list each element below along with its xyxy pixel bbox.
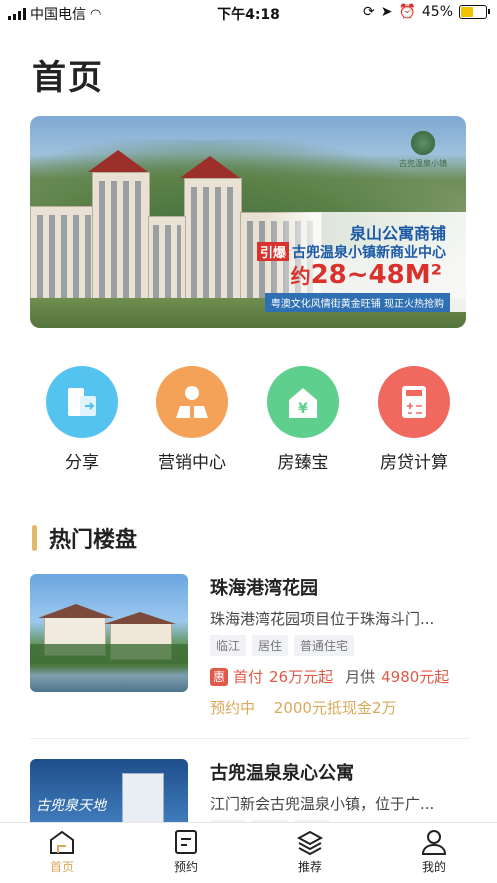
home-icon: [50, 830, 74, 854]
listing-tags: 临江 居住 普通住宅: [210, 635, 472, 656]
quick-actions: 分享 营销中心 ¥ 房臻宝 房贷计算: [0, 366, 497, 476]
list-divider: [30, 738, 470, 739]
listing-price: 惠 首付 26万元起 月供 4980元起: [210, 666, 472, 687]
alarm-icon: ⏰: [398, 4, 416, 20]
quick-action-label: 房贷计算: [380, 453, 448, 473]
quick-action-label: 房臻宝: [277, 453, 329, 473]
appointment-icon: [175, 830, 197, 854]
section-title: 热门楼盘: [49, 528, 138, 553]
discount-badge: 惠: [210, 667, 228, 686]
banner-roof: [88, 150, 148, 172]
banner-tag: 引爆: [256, 242, 289, 261]
marketing-person-icon: [156, 366, 228, 438]
tab-appointment[interactable]: 预约: [146, 829, 226, 875]
monthly-value: 4980元起: [381, 668, 450, 686]
down-payment-label: 首付: [233, 668, 264, 686]
share-building-icon: [46, 366, 118, 438]
status-bar: 中国电信 ◠ 下午4:18 ⟳ ➤ ⏰ 45%: [0, 0, 497, 26]
quick-action-marketing[interactable]: 营销中心: [137, 366, 247, 473]
listing-tag: 普通住宅: [294, 635, 355, 656]
svg-text:¥: ¥: [298, 401, 308, 417]
banner-slogan: 粤澳文化风情街黄金旺铺 现正火热抢购: [264, 293, 450, 312]
listing-name: 珠海港湾花园: [210, 578, 318, 599]
quick-action-calculator[interactable]: 房贷计算: [359, 366, 469, 473]
listing-status: 预约中: [210, 699, 256, 717]
thumbnail-watermark: 古兜泉天地: [36, 798, 106, 814]
layers-icon: [296, 830, 324, 855]
tab-label: 推荐: [297, 860, 322, 874]
listing-tag: 临江: [210, 635, 247, 656]
tab-label: 预约: [173, 860, 198, 874]
calculator-icon: [378, 366, 450, 438]
listing-offer: 2000元抵现金2万: [273, 699, 397, 717]
banner-logo: 古兜温泉小镇: [394, 130, 452, 180]
location-icon: ➤: [380, 4, 393, 20]
monthly-label: 月供: [345, 668, 376, 686]
banner-tower: [92, 172, 150, 314]
quick-action-label: 营销中心: [158, 453, 226, 473]
tab-profile[interactable]: 我的: [394, 829, 474, 875]
lock-rotation-icon: ⟳: [362, 4, 375, 20]
quick-action-fangzhenbao[interactable]: ¥ 房臻宝: [248, 366, 358, 473]
listing-desc: 珠海港湾花园项目位于珠海斗门...: [210, 610, 435, 628]
page-title: 首页: [32, 58, 104, 98]
listing-tag: 居住: [252, 635, 289, 656]
listing-name: 古兜温泉泉心公寓: [210, 763, 354, 784]
tab-label: 我的: [421, 860, 446, 874]
listing-thumbnail: [30, 574, 188, 692]
listing-desc: 江门新会古兜温泉小镇，位于广...: [210, 795, 435, 813]
section-accent-bar: [32, 525, 37, 551]
banner-size: 约28~48M²: [290, 260, 442, 290]
tab-bar: 首页 预约 推荐 我的: [0, 822, 497, 883]
quick-action-share[interactable]: 分享: [27, 366, 137, 473]
quick-action-label: 分享: [65, 453, 99, 473]
tab-home[interactable]: 首页: [22, 829, 102, 875]
profile-icon: [421, 830, 447, 855]
down-payment-value: 26万元起: [269, 668, 334, 686]
house-yen-icon: ¥: [267, 366, 339, 438]
listing-info: 珠海港湾花园 珠海港湾花园项目位于珠海斗门... 临江 居住 普通住宅 惠 首付…: [210, 574, 472, 718]
battery-percent: 45%: [421, 4, 453, 20]
tab-label: 首页: [49, 860, 74, 874]
banner-tower: [184, 178, 242, 314]
section-header-hot: 热门楼盘: [32, 522, 137, 554]
banner-subline: 引爆 古兜温泉小镇新商业中心: [256, 242, 446, 262]
promo-banner[interactable]: 古兜温泉小镇 泉山公寓商铺 引爆 古兜温泉小镇新商业中心 约28~48M² 粤澳文…: [30, 116, 466, 328]
banner-roof: [180, 156, 240, 178]
listing-promo: 预约中 2000元抵现金2万: [210, 697, 472, 718]
banner-headline: 泉山公寓商铺: [349, 224, 446, 243]
tab-recommend[interactable]: 推荐: [270, 829, 350, 875]
battery-icon: [459, 5, 490, 19]
